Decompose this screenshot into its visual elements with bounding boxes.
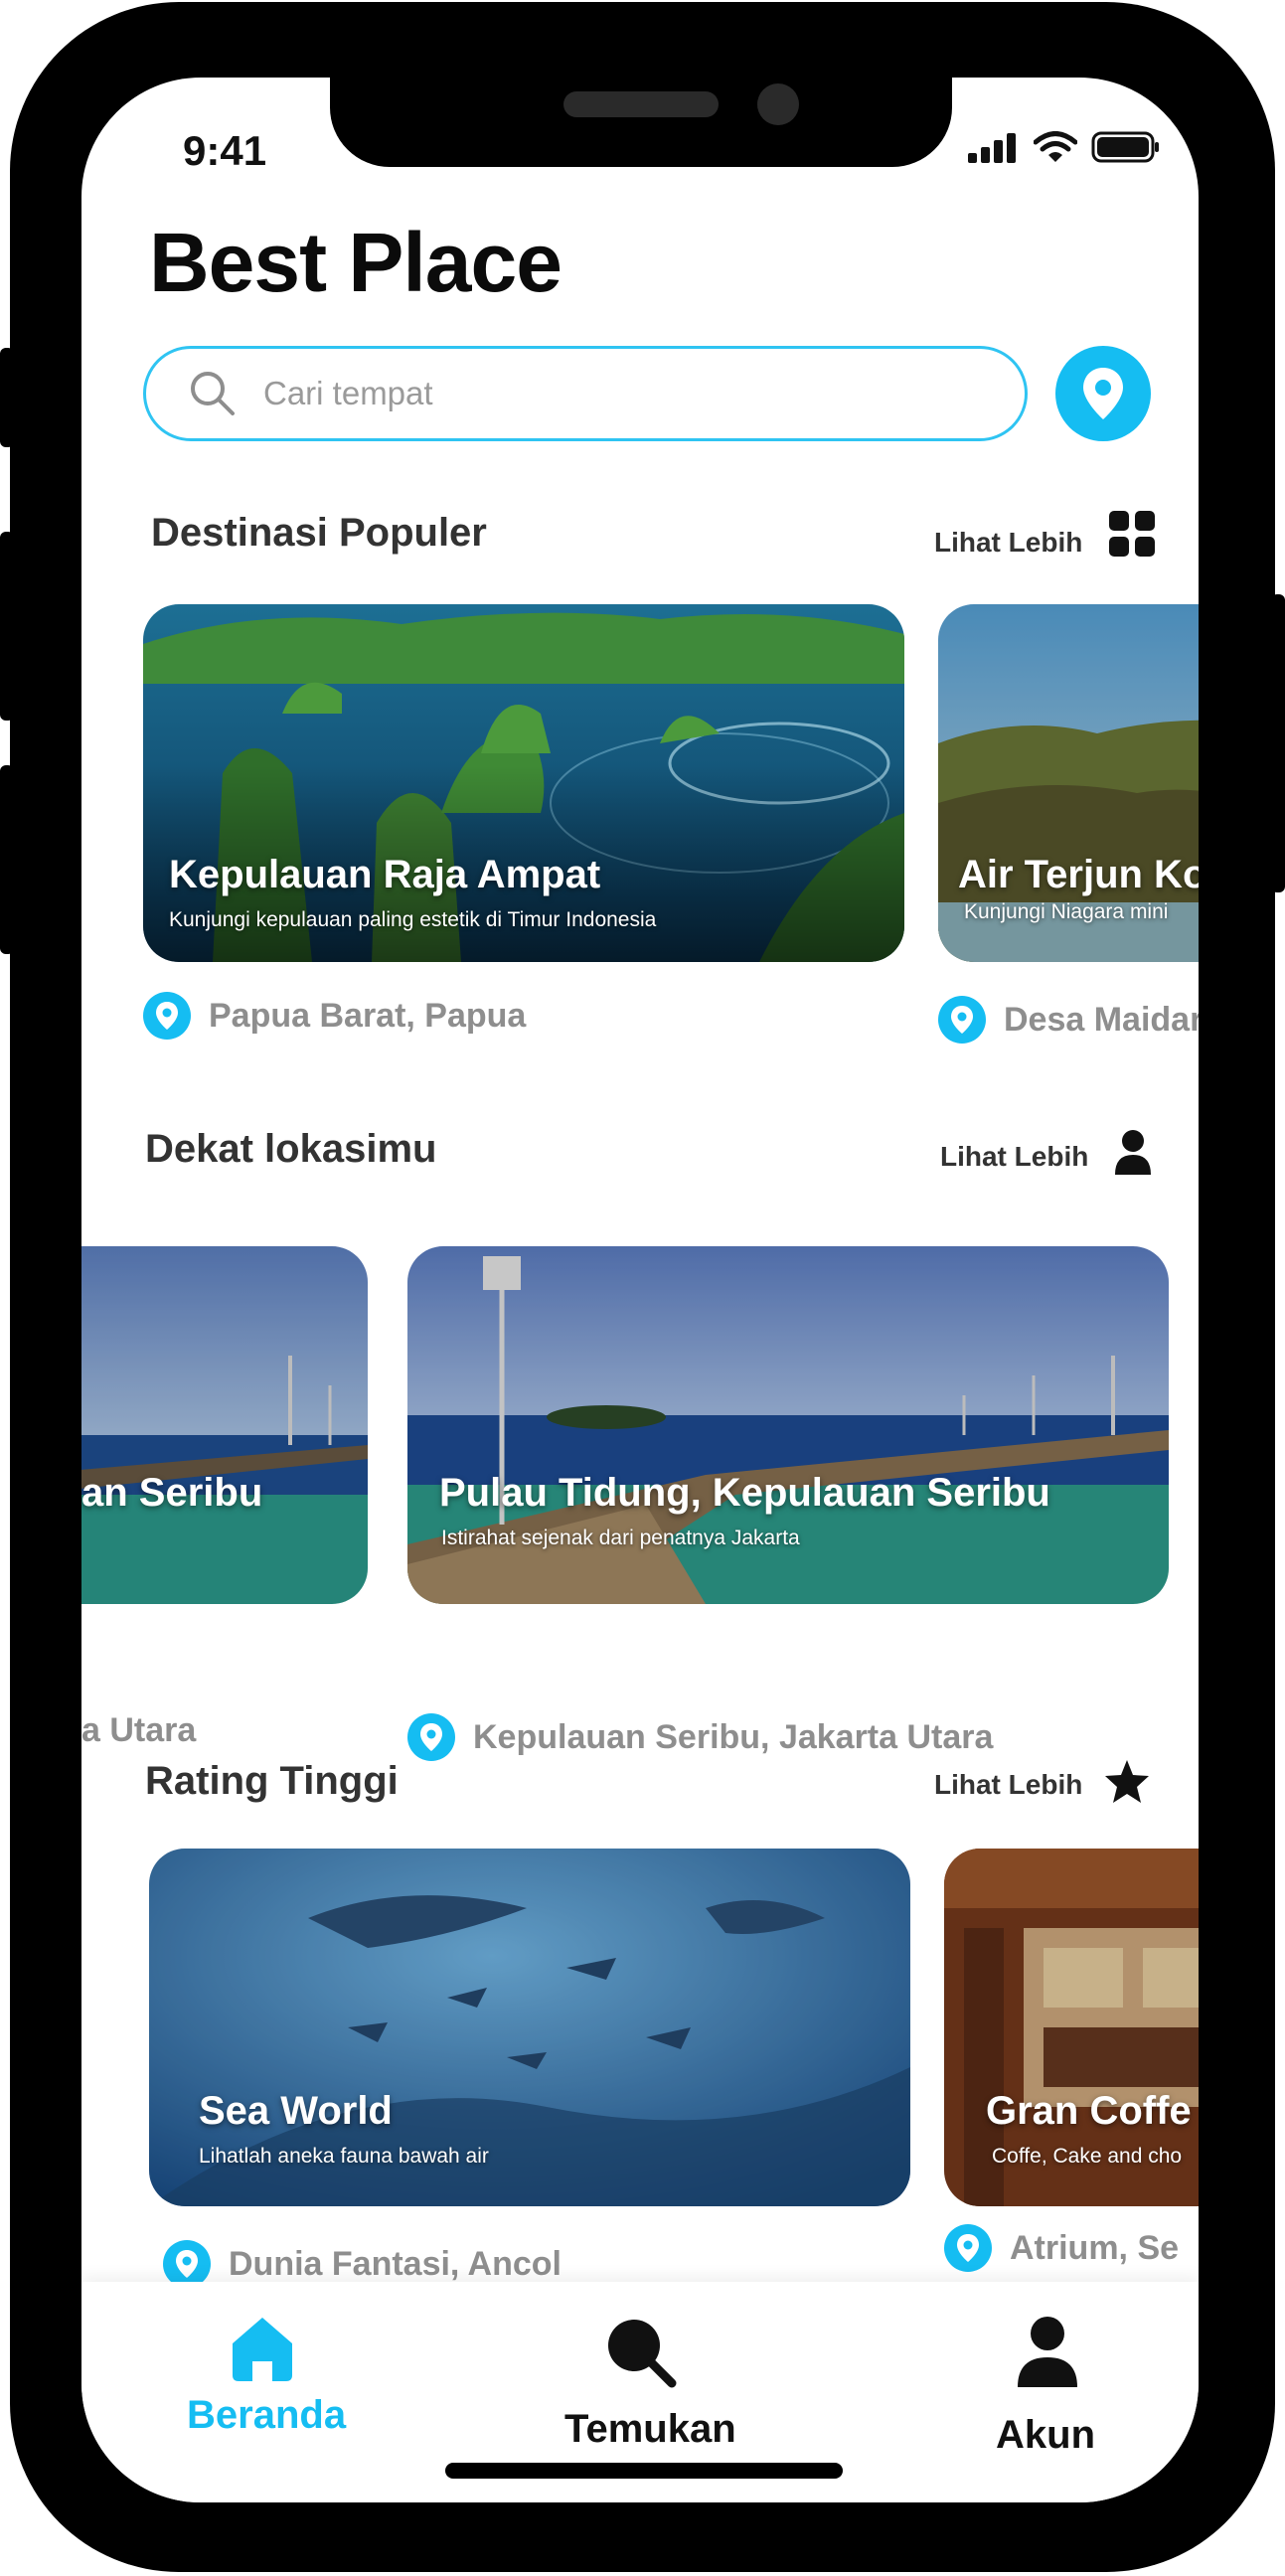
speaker-grille xyxy=(563,91,719,117)
rating-card[interactable]: Sea World Lihatlah aneka fauna bawah air xyxy=(149,1849,910,2206)
card-location: Atrium, Se xyxy=(944,2224,1179,2272)
location-pin-icon xyxy=(938,996,986,1044)
nav-label: Temukan xyxy=(564,2407,736,2451)
card-title: Air Terjun Ko xyxy=(958,853,1199,896)
location-text: Kepulauan Seribu, Jakarta Utara xyxy=(473,1717,994,1756)
search-icon xyxy=(608,2320,677,2388)
home-icon xyxy=(233,2318,292,2381)
star-icon[interactable] xyxy=(1103,1759,1151,1805)
see-more-nearby[interactable]: Lihat Lebih xyxy=(940,1141,1088,1173)
location-text: Atrium, Se xyxy=(1010,2228,1180,2267)
page-title: Best Place xyxy=(149,216,562,309)
see-more-rating[interactable]: Lihat Lebih xyxy=(934,1769,1082,1801)
user-icon[interactable] xyxy=(1115,1129,1151,1175)
card-location: Papua Barat, Papua xyxy=(143,992,526,1040)
status-time: 9:41 xyxy=(183,127,267,174)
signal-icon xyxy=(968,133,1016,163)
section-title-rating: Rating Tinggi xyxy=(145,1759,399,1803)
card-title: Gran Coffe xyxy=(986,2089,1192,2133)
card-subtitle: Coffe, Cake and cho xyxy=(992,2145,1183,2168)
pier-image xyxy=(81,1246,368,1604)
card-subtitle: Lihatlah aneka fauna bawah air xyxy=(199,2145,489,2168)
card-subtitle: Kunjungi kepulauan paling estetik di Tim… xyxy=(169,908,657,931)
location-text: a Utara xyxy=(81,1711,197,1749)
card-subtitle: Istirahat sejenak dari penatnya Jakarta xyxy=(441,1527,800,1549)
wifi-icon xyxy=(1034,131,1077,162)
nav-label: Beranda xyxy=(187,2393,347,2437)
user-icon xyxy=(1018,2317,1077,2387)
card-title: Kepulauan Raja Ampat xyxy=(169,853,601,896)
location-text: Dunia Fantasi, Ancol xyxy=(229,2244,562,2283)
search-input[interactable]: Cari tempat xyxy=(263,375,433,412)
card-location: Kepulauan Seribu, Jakarta Utara xyxy=(407,1713,993,1761)
nav-label: Akun xyxy=(996,2413,1095,2457)
grid-icon[interactable] xyxy=(1109,511,1155,557)
destination-card[interactable]: Air Terjun Ko Kunjungi Niagara mini xyxy=(938,604,1199,962)
front-camera xyxy=(757,83,799,125)
nav-item-beranda[interactable]: Beranda xyxy=(141,2282,360,2451)
search-icon xyxy=(191,372,235,415)
card-subtitle: Kunjungi Niagara mini xyxy=(964,900,1169,923)
location-pin-icon xyxy=(944,2224,992,2272)
card-title: an Seribu xyxy=(81,1471,263,1515)
destination-card[interactable]: Kepulauan Raja Ampat Kunjungi kepulauan … xyxy=(143,604,904,962)
location-pin-icon xyxy=(143,992,191,1040)
card-title: Sea World xyxy=(199,2089,393,2133)
location-text: Desa Maidar xyxy=(1004,1000,1199,1039)
nav-item-akun[interactable]: Akun xyxy=(956,2282,1135,2457)
search-bar[interactable]: Cari tempat xyxy=(143,346,1028,441)
nearby-card[interactable]: Pulau Tidung, Kepulauan Seribu Istirahat… xyxy=(407,1246,1169,1604)
section-title-nearby: Dekat lokasimu xyxy=(145,1127,437,1171)
location-pin-icon xyxy=(1083,368,1123,419)
location-button[interactable] xyxy=(1055,346,1151,441)
status-icons xyxy=(968,131,1161,163)
rating-card[interactable]: Gran Coffe Coffe, Cake and cho xyxy=(944,1849,1199,2206)
location-pin-icon xyxy=(407,1713,455,1761)
pulau-tidung-image xyxy=(407,1246,1169,1604)
battery-icon xyxy=(1091,131,1159,163)
card-location: a Utara xyxy=(81,1711,196,1750)
nearby-card[interactable]: an Seribu xyxy=(81,1246,368,1604)
location-pin-icon xyxy=(163,2240,211,2288)
notch xyxy=(330,78,952,167)
phone-frame: 9:41 Best Place Cari tempat Destinasi Po… xyxy=(0,0,1285,2576)
card-location: Dunia Fantasi, Ancol xyxy=(163,2240,562,2288)
card-title: Pulau Tidung, Kepulauan Seribu xyxy=(439,1471,1050,1515)
nav-item-temukan[interactable]: Temukan xyxy=(519,2282,757,2451)
location-text: Papua Barat, Papua xyxy=(209,996,527,1035)
see-more-popular[interactable]: Lihat Lebih xyxy=(934,527,1082,559)
section-title-popular: Destinasi Populer xyxy=(151,511,487,555)
app-screen: 9:41 Best Place Cari tempat Destinasi Po… xyxy=(81,78,1199,2502)
card-location: Desa Maidar xyxy=(938,996,1199,1044)
home-indicator xyxy=(445,2463,843,2479)
